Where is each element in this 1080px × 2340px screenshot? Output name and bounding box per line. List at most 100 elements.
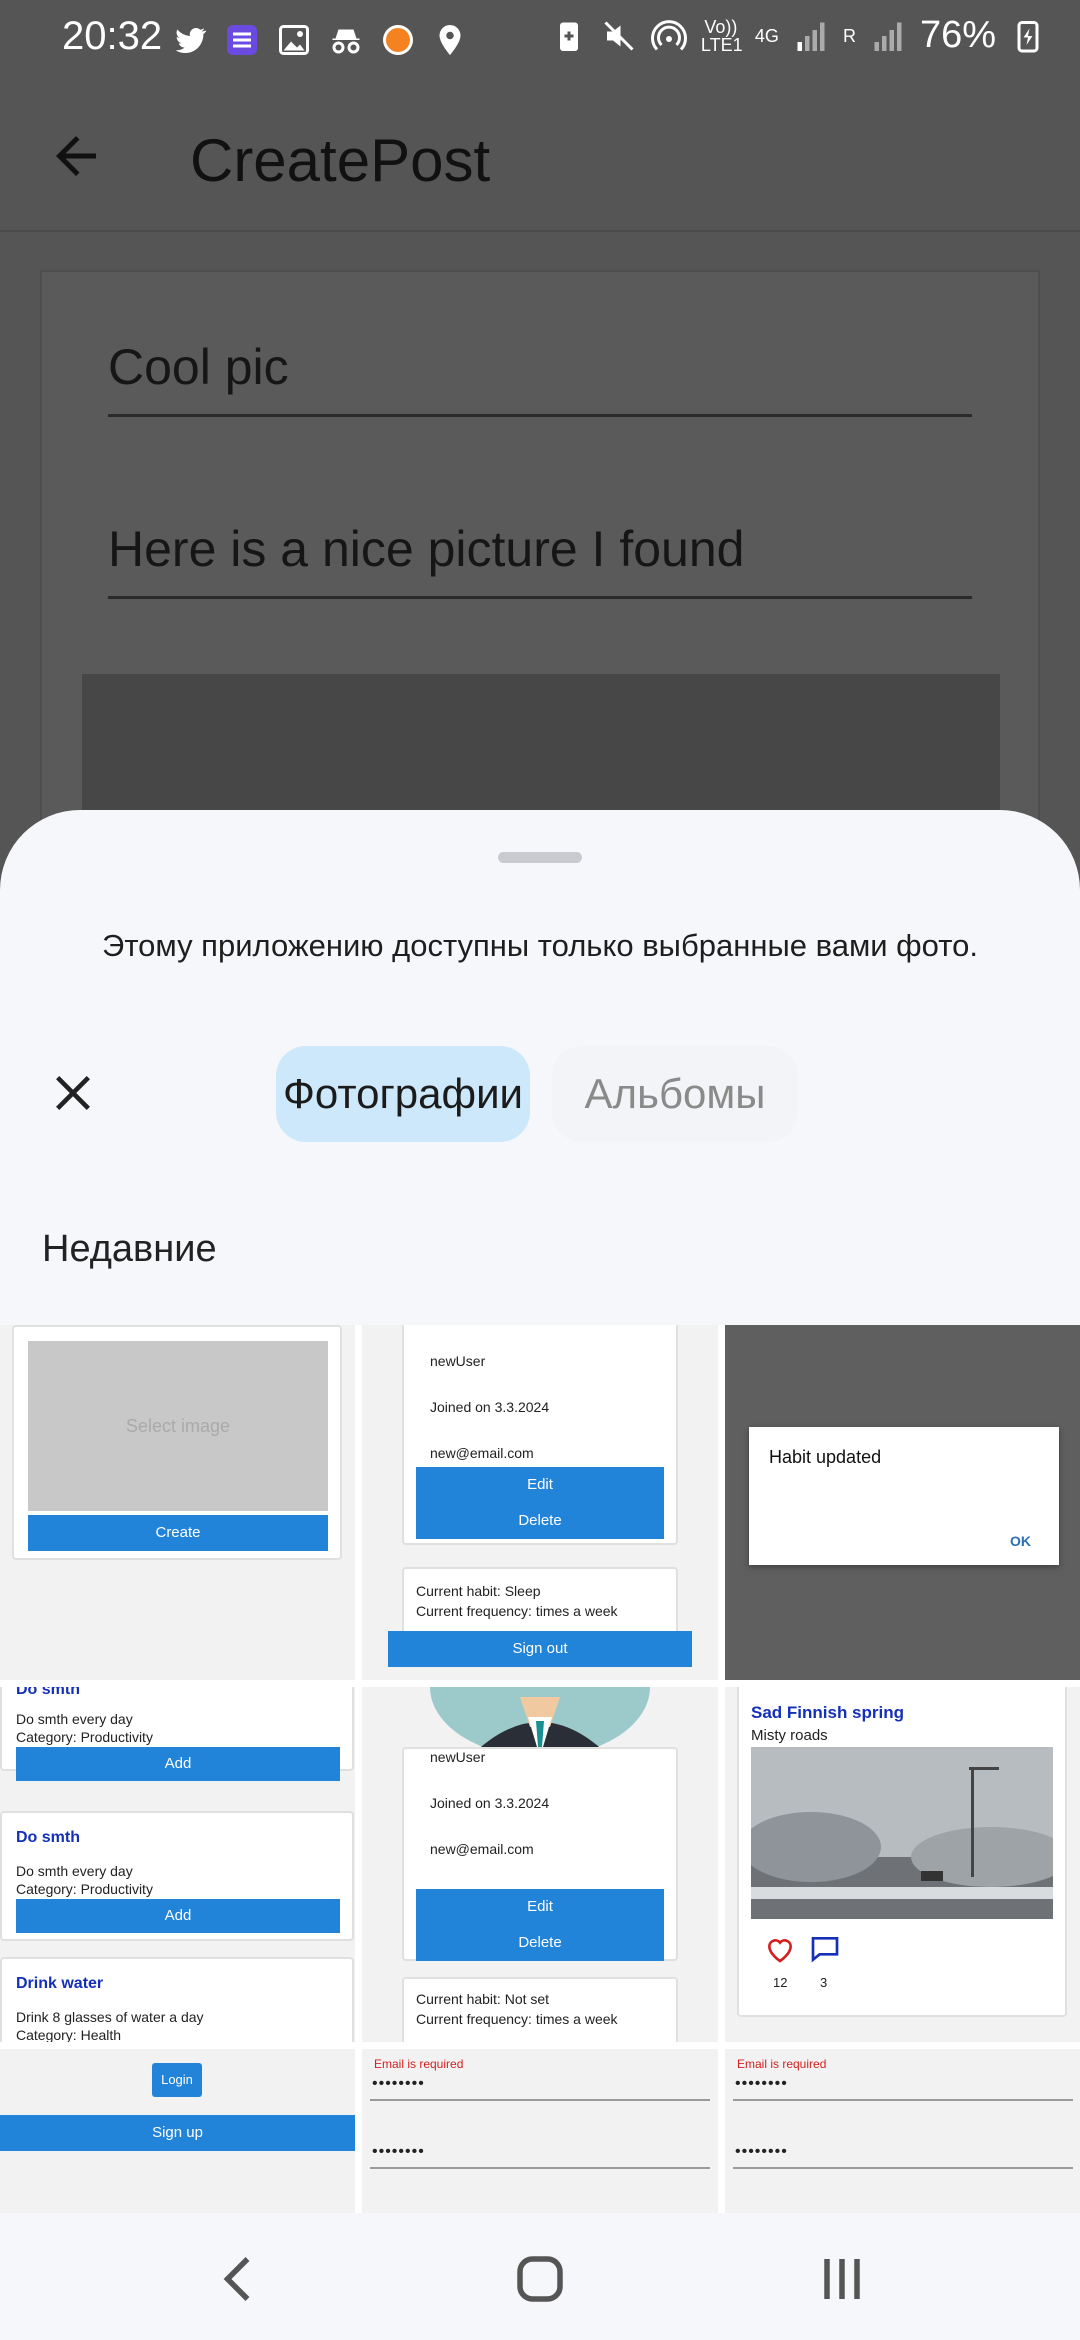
twitter-icon (175, 27, 207, 54)
post-subtitle: Misty roads (751, 1727, 828, 1744)
dialog-ok: OK (1010, 1533, 1031, 1549)
field-underline (733, 2167, 1073, 2169)
list-app-icon (227, 25, 257, 55)
email: new@email.com (430, 1841, 534, 1857)
habit-list-item: Drink water Drink 8 glasses of water a d… (0, 1957, 354, 2042)
photo-thumbnail[interactable]: Habit updated OK (725, 1325, 1080, 1680)
drag-handle[interactable] (498, 852, 582, 863)
status-bar: 20:32 Vo)) LTE1 4G R 76% (0, 0, 1080, 80)
tab-photos[interactable]: Фотографии (276, 1046, 530, 1142)
habit-title: Do smth (16, 1829, 80, 1846)
habit-category: Category: Productivity (16, 1881, 153, 1897)
field-underline (370, 2099, 710, 2101)
gallery-icon (279, 25, 309, 55)
field-underline (733, 2099, 1073, 2101)
photo-thumbnail[interactable]: newUser Joined on 3.3.2024 new@email.com… (362, 1325, 718, 1680)
current-habit: Current habit: Sleep (416, 1583, 541, 1599)
location-icon (439, 25, 461, 55)
incognito-icon (332, 29, 360, 54)
close-icon[interactable] (50, 1070, 96, 1116)
joined-date: Joined on 3.3.2024 (430, 1399, 550, 1415)
add-button: Add (16, 1747, 340, 1781)
habit-desc: Drink 8 glasses of water a day (16, 2009, 204, 2025)
create-button: Create (28, 1515, 328, 1551)
select-image-box: Select image (28, 1341, 328, 1511)
photo-thumbnail[interactable]: Email is required •••••••• •••••••• (725, 2049, 1080, 2213)
roaming-label: R (842, 25, 856, 46)
username: newUser (430, 1353, 486, 1369)
heart-icon (767, 1939, 793, 1963)
dialog-message: Habit updated (769, 1447, 882, 1467)
photo-grid: Select image Create newUser Joined on 3.… (0, 1325, 1080, 2213)
likes-count: 12 (773, 1975, 788, 1990)
title-field[interactable]: Cool pic (108, 338, 972, 417)
habit-category: Category: Productivity (16, 1729, 153, 1745)
app-bar: CreatePost (0, 80, 1080, 232)
battery-percent: 76% (919, 14, 996, 56)
battery-saver-icon (559, 22, 578, 51)
signup-button: Sign up (0, 2115, 355, 2151)
photo-thumbnail[interactable]: Do smth Do smth every day Category: Prod… (0, 1687, 355, 2042)
habit-list-item: Do smth Do smth every day Category: Prod… (0, 1811, 354, 1941)
edit-button: Edit (416, 1467, 664, 1503)
nav-back-icon[interactable] (210, 2249, 270, 2309)
password-field: •••••••• (735, 2075, 788, 2092)
password-field: •••••••• (372, 2075, 425, 2092)
current-habit: Current habit: Not set (416, 1991, 550, 2007)
habit-card: Current habit: Sleep Current frequency: … (402, 1567, 678, 1637)
habit-title: Do smth (16, 1687, 80, 1698)
username: newUser (430, 1749, 486, 1765)
current-frequency: Current frequency: times a week (416, 1603, 618, 1619)
section-title-recent: Недавние (42, 1228, 217, 1270)
login-button: Login (152, 2063, 202, 2097)
email: new@email.com (430, 1445, 534, 1461)
habit-desc: Do smth every day (16, 1863, 133, 1879)
field-underline (370, 2167, 710, 2169)
email-error: Email is required (737, 2057, 827, 2071)
current-frequency: Current frequency: times a week (416, 2011, 618, 2027)
habit-category: Category: Health (16, 2027, 122, 2042)
profile-card: newUser Joined on 3.3.2024 new@email.com… (402, 1747, 678, 1961)
photo-thumbnail[interactable]: Email is required •••••••• •••••••• (362, 2049, 718, 2213)
back-arrow-icon[interactable] (46, 126, 106, 186)
battery-charging-icon (1017, 20, 1039, 52)
navigation-bar (0, 2213, 1080, 2340)
volte-label: Vo)) LTE1 (700, 16, 743, 55)
network-type: 4G (754, 25, 779, 46)
profile-card: newUser Joined on 3.3.2024 new@email.com… (402, 1325, 678, 1545)
status-time: 20:32 (62, 14, 163, 58)
photo-thumbnail[interactable]: newUser Joined on 3.3.2024 new@email.com… (362, 1687, 718, 2042)
photo-thumbnail[interactable]: Sad Finnish spring Misty roads 12 3 (725, 1687, 1080, 2042)
notification-icons (172, 22, 468, 58)
description-field[interactable]: Here is a nice picture I found (108, 520, 972, 599)
habit-desc: Do smth every day (16, 1711, 133, 1727)
signal-icon-2 (874, 22, 902, 51)
sign-out-button: Sign out (388, 1631, 692, 1667)
comment-icon (811, 1937, 839, 1963)
habit-card: Current habit: Not set Current frequency… (402, 1977, 678, 2042)
hotspot-icon (650, 19, 687, 51)
post-image (751, 1747, 1053, 1919)
tab-albums[interactable]: Альбомы (552, 1046, 798, 1142)
nav-recents-icon[interactable] (812, 2249, 872, 2309)
password-confirm-field: •••••••• (735, 2143, 788, 2160)
habit-title: Drink water (16, 1975, 104, 1992)
system-status-icons: Vo)) LTE1 4G R 76% (551, 14, 1046, 57)
add-button: Add (16, 1899, 340, 1933)
orange-app-icon (383, 25, 413, 55)
access-notice: Этому приложению доступны только выбранн… (102, 928, 978, 963)
page-title: CreatePost (190, 127, 491, 194)
password-confirm-field: •••••••• (372, 2143, 425, 2160)
create-card: Select image Create (12, 1325, 342, 1560)
photo-thumbnail[interactable]: Select image Create (0, 1325, 355, 1680)
post-card: Sad Finnish spring Misty roads 12 3 (737, 1687, 1067, 2017)
nav-home-icon[interactable] (510, 2249, 570, 2309)
habit-list-item: Do smth Do smth every day Category: Prod… (0, 1687, 354, 1781)
habit-updated-dialog: Habit updated OK (749, 1427, 1059, 1565)
mute-icon (604, 20, 634, 51)
edit-button: Edit (416, 1889, 664, 1925)
post-title: Sad Finnish spring (751, 1703, 905, 1722)
comments-count: 3 (820, 1975, 828, 1990)
photo-thumbnail[interactable]: Login Sign up (0, 2049, 355, 2213)
joined-date: Joined on 3.3.2024 (430, 1795, 550, 1811)
